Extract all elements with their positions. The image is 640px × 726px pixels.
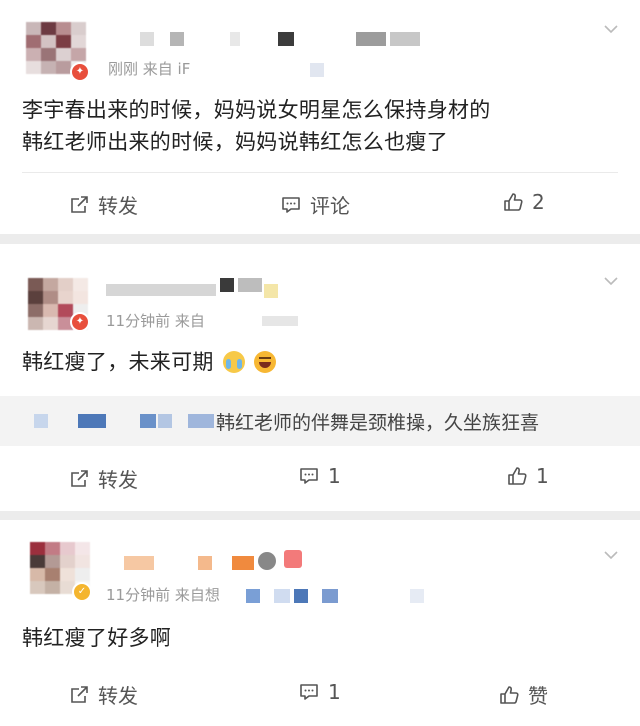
- badge-icon: [284, 550, 302, 568]
- comment-meta: 11分钟前 来自: [106, 312, 205, 330]
- laughing-emoji-icon: [253, 351, 276, 373]
- forward-icon: [71, 685, 88, 703]
- blurred-device: [262, 316, 298, 326]
- forward-icon: [71, 195, 88, 213]
- chevron-down-icon[interactable]: [604, 22, 618, 36]
- crying-emoji-icon: [222, 351, 245, 373]
- comment-text: 韩红瘦了好多啊: [22, 626, 172, 650]
- comment-meta: 刚刚 来自 iF: [108, 60, 191, 78]
- forward-icon: [71, 469, 88, 487]
- chevron-down-icon[interactable]: [604, 274, 618, 288]
- forward-label: 转发: [98, 684, 138, 708]
- like-label: 赞: [528, 684, 548, 708]
- comment-label: 评论: [310, 194, 350, 218]
- forward-button[interactable]: 转发: [68, 680, 138, 709]
- comment-card-1: ✦ 刚刚 来自 iF 李宇春出来的时候，妈妈说女明星怎么保持身材的 韩红老师出来…: [0, 0, 640, 234]
- comment-text-content: 韩红瘦了，未来可期: [22, 350, 214, 374]
- comment-icon: [300, 684, 318, 700]
- comment-icon: [282, 196, 300, 213]
- blurred-device: [310, 63, 324, 77]
- reply-text: 韩红老师的伴舞是颈椎操，久坐族狂喜: [216, 412, 540, 434]
- thumbs-up-icon: [500, 685, 519, 704]
- panda-icon: [258, 552, 276, 570]
- comment-text: 韩红瘦了，未来可期: [22, 346, 276, 378]
- like-count: 2: [532, 190, 545, 214]
- comment-meta: 11分钟前 来自想: [106, 586, 220, 604]
- comment-card-3: ✓ 11分钟前 来自想 韩红瘦了好多啊 转发 1 赞: [0, 520, 640, 726]
- chevron-down-icon[interactable]: [604, 548, 618, 562]
- like-count: 1: [536, 464, 549, 488]
- comment-text: 李宇春出来的时候，妈妈说女明星怎么保持身材的 韩红老师出来的时候，妈妈说韩红怎么…: [22, 94, 491, 158]
- like-button[interactable]: 2: [502, 190, 545, 214]
- forward-label: 转发: [98, 194, 138, 218]
- reply-preview[interactable]: 韩红老师的伴舞是颈椎操，久坐族狂喜: [0, 396, 640, 446]
- comment-card-2: ✦ 11分钟前 来自 韩红瘦了，未来可期 韩红老师的伴舞是颈椎操，久坐族狂喜 转…: [0, 244, 640, 511]
- forward-button[interactable]: 转发: [68, 464, 138, 493]
- comment-icon: [300, 468, 318, 484]
- forward-label: 转发: [98, 468, 138, 492]
- like-button[interactable]: 1: [506, 464, 549, 488]
- thumbs-up-icon: [504, 193, 523, 211]
- verified-badge-icon: ✦: [70, 62, 90, 82]
- comment-button[interactable]: 1: [298, 680, 341, 704]
- verified-badge-icon: ✦: [70, 312, 90, 332]
- forward-button[interactable]: 转发: [68, 190, 138, 219]
- comment-text-line-2: 韩红老师出来的时候，妈妈说韩红怎么也瘦了: [22, 130, 448, 154]
- thumbs-up-icon: [508, 467, 527, 485]
- verified-badge-icon: ✓: [72, 582, 92, 602]
- comment-button[interactable]: 1: [298, 464, 341, 488]
- comment-count: 1: [328, 680, 341, 704]
- like-button[interactable]: 赞: [498, 680, 548, 709]
- comment-button[interactable]: 评论: [280, 190, 350, 219]
- comment-count: 1: [328, 464, 341, 488]
- comment-text-line-1: 李宇春出来的时候，妈妈说女明星怎么保持身材的: [22, 98, 491, 122]
- divider: [22, 172, 618, 173]
